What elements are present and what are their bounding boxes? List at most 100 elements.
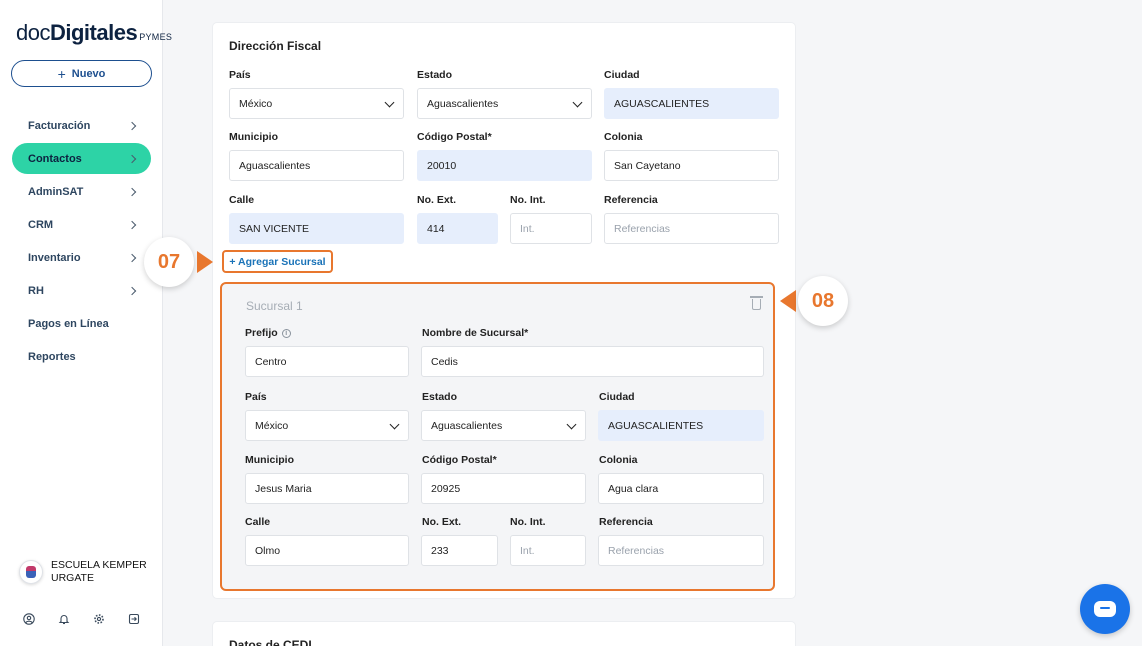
chevron-right-icon — [127, 187, 137, 196]
branch-colonia-field[interactable]: Agua clara — [598, 473, 764, 504]
int-field[interactable]: Int. — [510, 213, 592, 244]
branch-cp-value: 20925 — [431, 482, 461, 495]
chevron-right-icon — [127, 220, 137, 229]
branch-estado-select[interactable]: Aguascalientes — [421, 410, 586, 441]
branch-municipio-value: Jesus Maria — [255, 482, 312, 495]
pais-select[interactable]: México — [229, 88, 404, 119]
branch-int-field[interactable]: Int. — [510, 535, 586, 566]
gear-icon[interactable] — [92, 612, 105, 625]
municipio-field[interactable]: Aguascalientes — [229, 150, 404, 181]
branch-calle-field[interactable]: Olmo — [245, 535, 409, 566]
sidebar-item-label: Facturación — [28, 119, 91, 132]
sidebar-item-rh[interactable]: RH — [12, 275, 151, 306]
ext-label: No. Ext. — [417, 194, 457, 206]
prefijo-field[interactable]: Centro — [245, 346, 409, 377]
sidebar-item-crm[interactable]: CRM — [12, 209, 151, 240]
branch-colonia-label: Colonia — [599, 454, 638, 466]
referencia-placeholder: Referencias — [614, 222, 671, 235]
user-profile[interactable]: ESCUELA KEMPER URGATE — [19, 559, 161, 585]
branch-ext-field[interactable]: 233 — [421, 535, 498, 566]
branch-referencia-label: Referencia — [599, 516, 653, 528]
logout-icon[interactable] — [127, 612, 140, 625]
municipio-value: Aguascalientes — [239, 159, 311, 172]
step-07-label: 07 — [157, 250, 181, 273]
sidebar-item-pagos-en-linea[interactable]: Pagos en Línea — [12, 308, 151, 339]
cp-label: Código Postal* — [417, 131, 492, 143]
app-logo[interactable]: docDigitales PYMES — [16, 20, 172, 46]
int-label: No. Int. — [510, 194, 546, 206]
branch-ext-label: No. Ext. — [422, 516, 462, 528]
ciudad-value: AGUASCALIENTES — [614, 97, 710, 110]
ext-field[interactable]: 414 — [417, 213, 498, 244]
prefijo-label-text: Prefijo — [245, 327, 278, 339]
ciudad-field[interactable]: AGUASCALIENTES — [604, 88, 779, 119]
step-08-label: 08 — [811, 289, 835, 312]
sidebar-item-facturacion[interactable]: Facturación — [12, 110, 151, 141]
new-button-label: Nuevo — [71, 67, 106, 80]
arrow-left-icon — [780, 290, 796, 312]
chevron-right-icon — [127, 253, 137, 262]
user-name: ESCUELA KEMPER URGATE — [51, 559, 147, 584]
cp-field[interactable]: 20010 — [417, 150, 592, 181]
chevron-down-icon — [572, 97, 583, 108]
sidebar-item-reportes[interactable]: Reportes — [12, 341, 151, 372]
branch-pais-label: País — [245, 391, 267, 403]
school-logo-icon — [26, 566, 36, 578]
branch-estado-value: Aguascalientes — [431, 419, 503, 432]
add-branch-button[interactable]: + Agregar Sucursal — [222, 250, 333, 273]
branch-referencia-field[interactable]: Referencias — [598, 535, 764, 566]
bottom-toolbar — [22, 612, 140, 625]
new-button[interactable]: + Nuevo — [11, 60, 152, 87]
prefijo-label: Prefijo i — [245, 327, 291, 339]
calle-label: Calle — [229, 194, 255, 206]
estado-label: Estado — [417, 69, 453, 81]
cedi-section-title: Datos de CEDI — [229, 638, 312, 646]
sidebar-item-label: CRM — [28, 218, 54, 231]
branch-estado-label: Estado — [422, 391, 458, 403]
chevron-right-icon — [127, 154, 137, 163]
branch-municipio-field[interactable]: Jesus Maria — [245, 473, 409, 504]
branch-title: Sucursal 1 — [246, 299, 303, 313]
branch-ext-value: 233 — [431, 544, 449, 557]
branch-pais-select[interactable]: México — [245, 410, 409, 441]
add-branch-label: + Agregar Sucursal — [229, 255, 326, 268]
step-07-badge: 07 — [144, 237, 194, 287]
branch-int-label: No. Int. — [510, 516, 546, 528]
referencia-field[interactable]: Referencias — [604, 213, 779, 244]
branch-pais-value: México — [255, 419, 289, 432]
trash-icon[interactable] — [750, 296, 763, 310]
sidebar-item-inventario[interactable]: Inventario — [12, 242, 151, 273]
municipio-label: Municipio — [229, 131, 278, 143]
sidebar-item-adminsat[interactable]: AdminSAT — [12, 176, 151, 207]
calle-value: SAN VICENTE — [239, 222, 310, 235]
chevron-down-icon — [389, 419, 400, 430]
bell-icon[interactable] — [57, 612, 70, 625]
int-placeholder: Int. — [520, 222, 535, 235]
ciudad-label: Ciudad — [604, 69, 640, 81]
logo-doc-text: doc — [16, 20, 50, 45]
user-circle-icon[interactable] — [22, 612, 35, 625]
branch-ciudad-field[interactable]: AGUASCALIENTES — [598, 410, 764, 441]
chat-button[interactable] — [1080, 584, 1130, 634]
logo-digitales-text: Digitales — [49, 20, 138, 45]
branch-int-placeholder: Int. — [520, 544, 535, 557]
sidebar-item-contactos[interactable]: Contactos — [12, 143, 151, 174]
nombre-sucursal-field[interactable]: Cedis — [421, 346, 764, 377]
info-icon[interactable]: i — [281, 329, 291, 338]
calle-field[interactable]: SAN VICENTE — [229, 213, 404, 244]
estado-select[interactable]: Aguascalientes — [417, 88, 592, 119]
cedi-data-card: Datos de CEDI — [213, 622, 795, 646]
prefijo-value: Centro — [255, 355, 287, 368]
colonia-field[interactable]: San Cayetano — [604, 150, 779, 181]
branch-calle-value: Olmo — [255, 544, 281, 557]
nombre-sucursal-value: Cedis — [431, 355, 458, 368]
avatar — [19, 560, 43, 584]
sidebar-item-label: Pagos en Línea — [28, 317, 109, 330]
chevron-right-icon — [127, 121, 137, 130]
branch-cp-field[interactable]: 20925 — [421, 473, 586, 504]
cp-value: 20010 — [427, 159, 457, 172]
fiscal-section-title: Dirección Fiscal — [229, 39, 322, 53]
chevron-down-icon — [384, 97, 395, 108]
pais-label: País — [229, 69, 251, 81]
branch-ciudad-label: Ciudad — [599, 391, 635, 403]
